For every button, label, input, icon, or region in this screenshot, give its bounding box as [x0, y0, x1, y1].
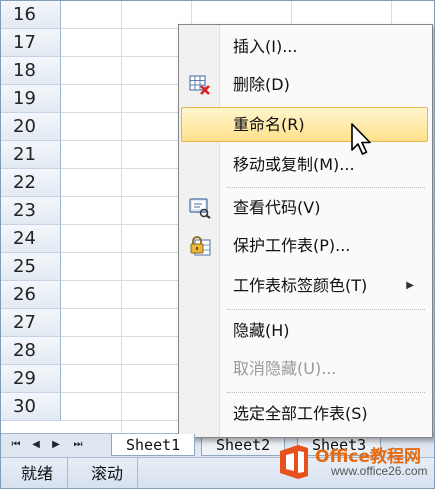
menu-item-label: 删除(D) — [233, 75, 290, 94]
menu-item-hide[interactable]: 隐藏(H) — [181, 313, 428, 348]
menu-item-label: 选定全部工作表(S) — [233, 404, 368, 423]
menu-item-view-code[interactable]: 查看代码(V) — [181, 190, 428, 225]
menu-item-label: 查看代码(V) — [233, 198, 321, 217]
first-sheet-button[interactable]: ⏮ — [9, 438, 23, 452]
menu-item-insert[interactable]: 插入(I)... — [181, 29, 428, 64]
sheet-tab-sheet1[interactable]: Sheet1 — [111, 434, 196, 456]
menu-separator — [227, 309, 425, 310]
submenu-arrow-icon: ▶ — [406, 280, 414, 291]
excel-window: 16 17 18 19 20 21 22 23 24 25 26 27 28 29 30 ⏮ ◀ ▶ ⏭ S… — [0, 0, 435, 489]
sheet-context-menu: 插入(I)... 删除(D) 重命名(R) 移动或复制(M)... 查看代码(V… — [178, 24, 433, 438]
status-scroll: 滚动 — [77, 458, 139, 488]
menu-item-rename[interactable]: 重命名(R) — [181, 107, 428, 142]
last-sheet-button[interactable]: ⏭ — [71, 438, 85, 452]
menu-item-label: 工作表标签颜色(T) — [233, 276, 368, 295]
next-sheet-button[interactable]: ▶ — [49, 438, 63, 452]
row-header[interactable]: 27 — [1, 309, 61, 337]
row-header[interactable]: 23 — [1, 197, 61, 225]
mouse-cursor-icon — [351, 123, 371, 155]
view-code-icon — [189, 198, 211, 219]
row-header[interactable]: 29 — [1, 365, 61, 393]
office-logo-icon — [280, 445, 308, 479]
menu-item-move-copy[interactable]: 移动或复制(M)... — [181, 147, 428, 182]
office-logo-watermark: Office教程网 www.office26.com — [271, 441, 431, 485]
menu-item-label: 插入(I)... — [233, 37, 298, 56]
row-header[interactable]: 21 — [1, 141, 61, 169]
prev-sheet-button[interactable]: ◀ — [29, 438, 43, 452]
menu-separator — [227, 187, 425, 188]
row-header[interactable]: 18 — [1, 57, 61, 85]
row-header[interactable]: 26 — [1, 281, 61, 309]
menu-item-tab-color[interactable]: 工作表标签颜色(T) ▶ — [181, 268, 428, 303]
menu-item-label: 移动或复制(M)... — [233, 155, 355, 174]
menu-item-delete[interactable]: 删除(D) — [181, 67, 428, 102]
delete-sheet-icon — [189, 75, 210, 95]
row-header[interactable]: 28 — [1, 337, 61, 365]
row-header[interactable]: 20 — [1, 113, 61, 141]
row-header[interactable]: 24 — [1, 225, 61, 253]
row-header[interactable]: 30 — [1, 393, 61, 421]
menu-item-unhide: 取消隐藏(U)... — [181, 351, 428, 386]
menu-item-label: 取消隐藏(U)... — [233, 359, 337, 378]
menu-item-select-all-sheets[interactable]: 选定全部工作表(S) — [181, 396, 428, 431]
menu-item-label: 隐藏(H) — [233, 321, 290, 340]
menu-item-label: 重命名(R) — [233, 115, 305, 134]
brand-url: www.office26.com — [331, 464, 428, 478]
menu-item-protect-sheet[interactable]: 保护工作表(P)... — [181, 228, 428, 263]
status-ready: 就绪 — [7, 458, 69, 488]
row-header[interactable]: 22 — [1, 169, 61, 197]
menu-item-label: 保护工作表(P)... — [233, 236, 351, 255]
row-header[interactable]: 16 — [1, 1, 61, 29]
protect-sheet-icon — [190, 236, 211, 256]
row-header[interactable]: 25 — [1, 253, 61, 281]
row-header[interactable]: 19 — [1, 85, 61, 113]
menu-separator — [227, 392, 425, 393]
row-header[interactable]: 17 — [1, 29, 61, 57]
